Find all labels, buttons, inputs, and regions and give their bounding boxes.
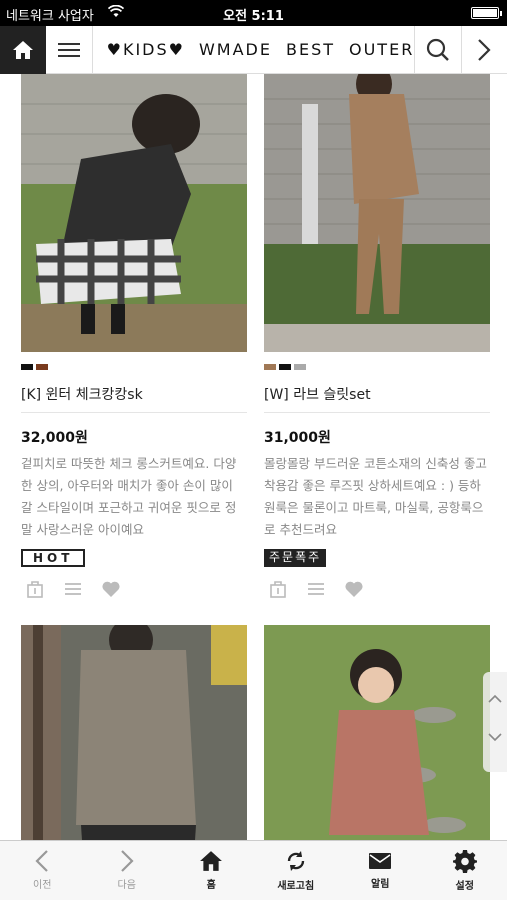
prev-button[interactable]: 이전 <box>0 841 85 900</box>
menu-button[interactable] <box>46 25 93 74</box>
chevron-right-icon <box>478 38 491 61</box>
product-image[interactable] <box>264 625 490 840</box>
cart-icon[interactable] <box>25 579 45 599</box>
product-description: 겉피치로 따뜻한 체크 롱스커트예요. 다양한 상의, 아우터와 매치가 좋아 … <box>21 456 237 537</box>
category-outer[interactable]: OUTER <box>349 40 414 59</box>
color-swatches <box>264 364 490 370</box>
chevron-up-icon[interactable] <box>483 678 507 718</box>
refresh-label: 새로고침 <box>277 881 315 892</box>
product-name[interactable]: [W] 라브 슬릿set <box>264 384 490 413</box>
product-actions <box>264 579 490 599</box>
product-image[interactable] <box>21 74 247 352</box>
product-price: 31,000원 <box>264 430 331 446</box>
mail-icon <box>369 853 392 869</box>
color-swatch <box>294 364 306 370</box>
clock: 오전 5:11 <box>223 9 284 24</box>
refresh-button[interactable]: 새로고침 <box>254 841 339 900</box>
home-tab[interactable]: 홈 <box>169 841 254 900</box>
chevron-right-icon <box>120 850 134 872</box>
product-card[interactable]: [W] 라브 슬릿set 31,000원 몰랑몰랑 부드러운 코튼소재의 신축성… <box>264 74 490 599</box>
color-swatches <box>21 364 247 370</box>
home-icon <box>13 40 34 59</box>
category-list: ♥KIDS♥ WMADE BEST OUTER <box>93 40 415 59</box>
settings-button[interactable]: 설정 <box>423 841 507 900</box>
chevron-left-icon <box>35 850 49 872</box>
next-button[interactable]: 다음 <box>85 841 170 900</box>
product-image[interactable] <box>21 625 247 840</box>
category-kids[interactable]: ♥KIDS♥ <box>107 40 185 59</box>
status-bar: 네트워크 사업자 오전 5:11 <box>0 0 507 26</box>
category-next-button[interactable] <box>460 25 507 74</box>
gear-icon <box>452 850 477 873</box>
settings-label: 설정 <box>455 881 474 892</box>
battery-icon <box>471 7 502 19</box>
product-image[interactable] <box>264 74 490 352</box>
color-swatch <box>279 364 291 370</box>
list-icon[interactable] <box>63 579 83 599</box>
product-card[interactable] <box>21 625 247 840</box>
product-description: 몰랑몰랑 부드러운 코튼소재의 신축성 좋고 착용감 좋은 루즈핏 상하세트예요… <box>264 456 487 537</box>
heart-icon[interactable] <box>101 579 121 599</box>
color-swatch <box>264 364 276 370</box>
scroll-arrows <box>483 672 507 772</box>
next-label: 다음 <box>117 880 136 891</box>
category-wmade[interactable]: WMADE <box>199 40 272 59</box>
hamburger-icon <box>57 39 80 61</box>
search-button[interactable] <box>414 25 460 74</box>
hot-badge: HOT <box>21 549 86 567</box>
product-name[interactable]: [K] 윈터 체크캉캉sk <box>21 384 247 413</box>
color-swatch <box>21 364 33 370</box>
bottom-toolbar: 이전 다음 홈 새로고침 알림 설정 <box>0 840 507 900</box>
prev-label: 이전 <box>33 880 52 891</box>
notice-button[interactable]: 알림 <box>338 841 423 900</box>
color-swatch <box>36 364 48 370</box>
order-rush-badge: 주문폭주 <box>264 549 327 567</box>
home-button[interactable] <box>0 25 47 74</box>
heart-icon[interactable] <box>344 579 364 599</box>
product-card[interactable] <box>264 625 490 840</box>
home-label: 홈 <box>206 880 216 891</box>
product-price: 32,000원 <box>21 430 88 446</box>
product-actions <box>21 579 247 599</box>
list-icon[interactable] <box>306 579 326 599</box>
home-icon <box>200 851 223 871</box>
product-grid: [K] 윈터 체크캉캉sk 32,000원 겉피치로 따뜻한 체크 롱스커트예요… <box>0 74 507 840</box>
search-icon <box>426 38 449 61</box>
cart-icon[interactable] <box>268 579 288 599</box>
product-card[interactable]: [K] 윈터 체크캉캉sk 32,000원 겉피치로 따뜻한 체크 롱스커트예요… <box>21 74 247 599</box>
category-best[interactable]: BEST <box>286 40 335 59</box>
notice-label: 알림 <box>371 879 390 890</box>
chevron-down-icon[interactable] <box>483 718 507 758</box>
refresh-icon <box>287 851 304 871</box>
top-nav: ♥KIDS♥ WMADE BEST OUTER <box>0 25 507 74</box>
